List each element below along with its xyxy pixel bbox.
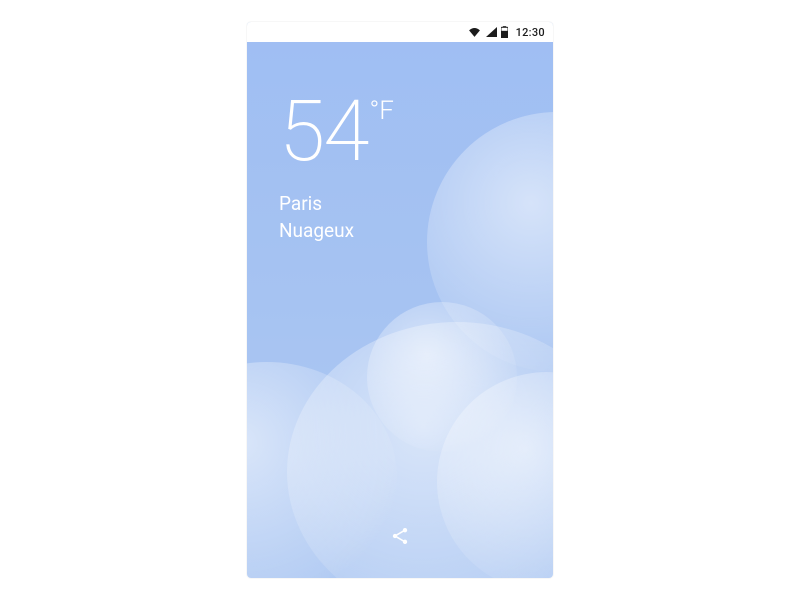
temperature: 54 °F (279, 90, 394, 174)
temperature-value: 54 (279, 90, 367, 174)
share-icon (390, 526, 410, 546)
signal-icon (485, 27, 497, 37)
battery-icon (501, 26, 508, 38)
status-bar-time: 12:30 (516, 26, 545, 39)
temperature-unit: °F (369, 96, 393, 126)
weather-panel: 54 °F Paris Nuageux (279, 90, 394, 242)
wifi-icon (468, 27, 481, 37)
location-label: Paris (279, 192, 394, 215)
share-button[interactable] (382, 518, 418, 554)
phone-screen: 12:30 54 °F Paris Nuageux (247, 22, 553, 578)
status-bar: 12:30 (247, 22, 553, 42)
condition-label: Nuageux (279, 219, 394, 242)
